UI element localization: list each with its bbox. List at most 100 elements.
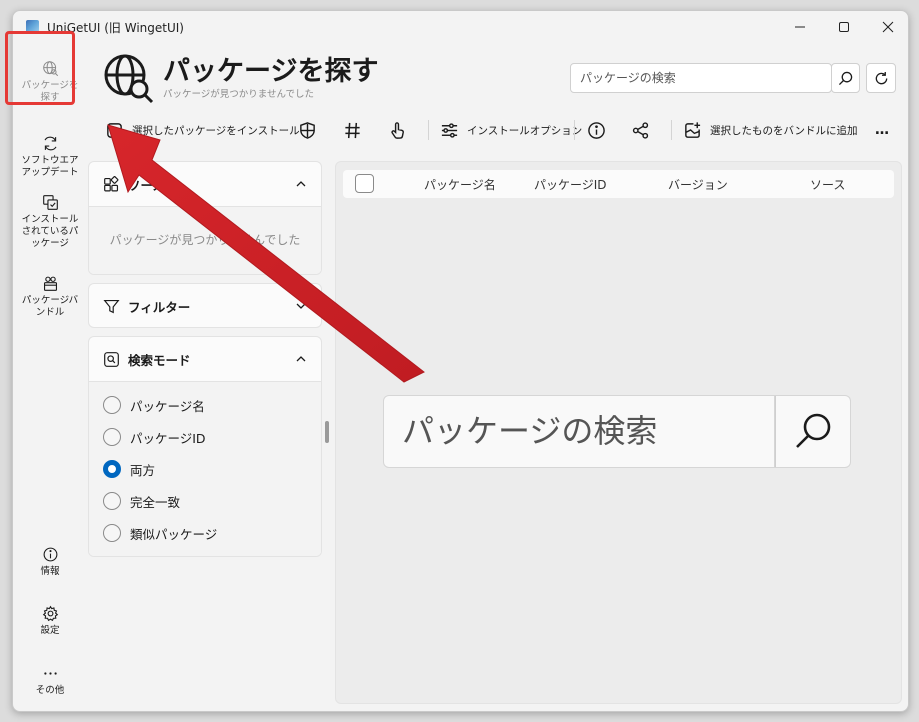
bundle-icon [43, 276, 57, 291]
center-search-button[interactable] [775, 395, 851, 468]
search-mode-panel-header[interactable]: 検索モード [89, 337, 321, 381]
search-icon [796, 413, 831, 448]
filter-panel-header[interactable]: フィルター [89, 284, 321, 327]
installed-icon [42, 195, 58, 210]
nav-label-about: 情報 [40, 566, 60, 577]
filter-icon [103, 299, 120, 313]
title-bar: UniGetUI (旧 WingetUI) [13, 11, 908, 43]
header-search-input[interactable] [571, 64, 821, 92]
options-icon [441, 122, 458, 138]
radio-button[interactable] [103, 396, 121, 414]
more-options-button[interactable]: … [875, 114, 889, 146]
radio-button[interactable] [103, 492, 121, 510]
filter-panel-title: フィルター [128, 299, 191, 315]
chevron-up-icon [296, 356, 306, 362]
close-button[interactable] [866, 11, 908, 43]
nav-label-settings: 設定 [40, 625, 60, 636]
toolbar-separator [574, 120, 575, 140]
hash-icon [345, 122, 360, 138]
apps-icon [104, 175, 119, 191]
close-icon [882, 21, 894, 33]
sources-panel: ソース パッケージが見つかりませんでした [88, 161, 322, 275]
nav-item-settings[interactable]: 設定 [13, 605, 87, 637]
nav-item-updates[interactable]: ソフトウエアアップデート [13, 135, 87, 179]
info-icon [43, 547, 57, 562]
nav-item-bundles[interactable]: パッケージバンドル [13, 275, 87, 319]
nav-item-more[interactable]: その他 [13, 665, 87, 697]
page-title: パッケージを探す [163, 56, 379, 87]
minimize-button[interactable] [778, 11, 822, 43]
column-header-name[interactable]: パッケージ名 [424, 176, 496, 193]
install-options-button[interactable]: インストールオプション [440, 114, 582, 146]
nav-label-bundles: パッケージバンドル [21, 295, 79, 318]
admin-install-button[interactable] [298, 114, 317, 146]
add-bundle-icon [685, 121, 701, 138]
reload-icon [875, 71, 887, 84]
install-selected-label: 選択したパッケージをインストール [132, 124, 300, 137]
reload-button[interactable] [866, 63, 896, 93]
install-selected-button[interactable]: 選択したパッケージをインストール [105, 114, 300, 146]
search-mode-option-id[interactable]: パッケージID [89, 421, 321, 453]
radio-label: パッケージID [130, 430, 206, 446]
filter-panel: フィルター [88, 283, 322, 328]
gear-icon [42, 605, 58, 622]
panel-splitter-handle[interactable] [325, 421, 329, 443]
maximize-button[interactable] [822, 11, 866, 43]
center-search-input[interactable] [384, 396, 764, 466]
sidebar-nav: パッケージを探す ソフトウエアアップデート インストールされているパッケージ パ… [13, 41, 87, 711]
search-mode-option-similar[interactable]: 類似パッケージ [89, 517, 321, 549]
nav-label-installed: インストールされているパッケージ [21, 214, 79, 249]
toolbar-separator [671, 120, 672, 140]
radio-button[interactable] [103, 428, 121, 446]
skip-hash-button[interactable] [343, 114, 362, 146]
shield-icon [300, 121, 315, 139]
search-mode-panel: 検索モード パッケージ名 パッケージID 両方 完全一致 類似パッケージ [88, 336, 322, 557]
interactive-install-button[interactable] [388, 114, 407, 146]
nav-label-more: その他 [35, 685, 65, 696]
page-subtitle: パッケージが見つかりませんでした [163, 89, 315, 100]
center-search-box[interactable] [383, 395, 775, 468]
search-icon [838, 71, 853, 85]
search-mode-options: パッケージ名 パッケージID 両方 完全一致 類似パッケージ [89, 381, 321, 556]
nav-item-about[interactable]: 情報 [13, 546, 87, 578]
search-mode-option-both[interactable]: 両方 [89, 453, 321, 485]
pointer-icon [391, 121, 404, 139]
chevron-down-icon [296, 303, 306, 309]
share-button[interactable] [631, 114, 650, 146]
column-header-version[interactable]: バージョン [668, 176, 728, 193]
annotation-highlight-box [5, 31, 75, 105]
more-options-label: … [875, 122, 889, 138]
share-icon [632, 121, 649, 139]
select-all-checkbox[interactable] [355, 174, 374, 193]
radio-button[interactable] [103, 524, 121, 542]
sources-panel-header[interactable]: ソース [89, 162, 321, 206]
header-search-box[interactable] [570, 63, 832, 93]
toolbar: 選択したパッケージをインストール インストールオプション 選択したものをバンドル… [93, 114, 903, 146]
package-details-button[interactable] [587, 114, 606, 146]
nav-label-updates: ソフトウエアアップデート [21, 155, 79, 178]
add-to-bundle-button[interactable]: 選択したものをバンドルに追加 [683, 114, 858, 146]
radio-label: パッケージ名 [130, 398, 205, 414]
radio-label: 類似パッケージ [130, 526, 218, 542]
minimize-icon [795, 26, 805, 28]
nav-item-installed[interactable]: インストールされているパッケージ [13, 194, 87, 250]
radio-label: 両方 [130, 462, 156, 478]
install-options-label: インストールオプション [467, 124, 583, 137]
more-icon [43, 672, 57, 675]
search-box-icon [104, 351, 119, 367]
toolbar-separator [428, 120, 429, 140]
header-search-button[interactable] [831, 63, 860, 93]
info-icon [588, 121, 605, 139]
sources-empty-text: パッケージが見つかりませんでした [109, 233, 301, 247]
radio-button-selected[interactable] [103, 460, 121, 478]
search-mode-option-exact[interactable]: 完全一致 [89, 485, 321, 517]
maximize-icon [839, 22, 849, 32]
sync-icon [44, 136, 56, 151]
column-header-source[interactable]: ソース [810, 176, 845, 193]
app-window: UniGetUI (旧 WingetUI) パッケージを探す ソフトウエアアップ… [12, 10, 909, 712]
search-mode-option-name[interactable]: パッケージ名 [89, 389, 321, 421]
install-icon [107, 122, 122, 138]
radio-label: 完全一致 [130, 494, 181, 510]
column-header-id[interactable]: パッケージID [534, 176, 607, 193]
sources-panel-body: パッケージが見つかりませんでした [89, 206, 321, 274]
